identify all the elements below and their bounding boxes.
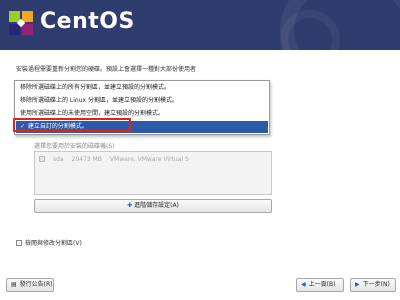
release-notes-button[interactable]: ▤ 發行公告(R) (6, 278, 54, 292)
intro-text: 安裝過程需要重新分割您的硬碟。預設上會選擇一種對大部份使用者 (16, 66, 197, 73)
storage-button-label: 進階儲存設定(A) (134, 202, 179, 209)
highlight-box (13, 118, 131, 132)
review-checkbox-row[interactable]: 檢閱與修改分割區(V) (16, 238, 82, 247)
plus-icon: ✚ (127, 202, 133, 209)
arrow-left-icon: ◀ (301, 281, 306, 288)
centos-logo-icon (9, 11, 33, 35)
drive-size: 20473 MB (71, 156, 102, 163)
drive-name: sda (53, 156, 64, 163)
drive-model: VMware, VMware Virtual S (109, 156, 189, 163)
back-button[interactable]: ◀ 上一頁(B) (296, 278, 344, 292)
option-label: 使用所選磁碟上的未使用空間，建立預設的分割模式。 (20, 110, 165, 117)
partition-option[interactable]: 移除所選磁碟上的所有分割區，並建立預設的分割模式。 (16, 82, 268, 94)
back-label: 上一頁(B) (308, 281, 336, 288)
drive-section-label: 選擇您要用於安裝的磁碟機(S) (34, 143, 115, 150)
installer-header: CentOS (0, 0, 400, 50)
review-checkbox-label: 檢閱與修改分割區(V) (25, 240, 82, 247)
option-label: 移除所選磁碟上的所有分割區，並建立預設的分割模式。 (20, 84, 171, 91)
arrow-right-icon: ▶ (355, 281, 360, 288)
review-checkbox[interactable] (16, 240, 22, 246)
next-label: 下一步(N) (362, 281, 390, 288)
next-button[interactable]: ▶ 下一步(N) (350, 278, 396, 292)
partition-option[interactable]: 移除所選磁碟上的 Linux 分割區，並建立預設的分割模式。 (16, 95, 268, 107)
release-notes-label: 發行公告(R) (19, 281, 53, 288)
document-icon: ▤ (11, 281, 17, 288)
option-label: 移除所選磁碟上的 Linux 分割區，並建立預設的分割模式。 (20, 97, 178, 104)
drive-checkbox (39, 156, 45, 162)
drive-list: sda 20473 MB VMware, VMware Virtual S (34, 151, 272, 195)
drive-row: sda 20473 MB VMware, VMware Virtual S (39, 156, 197, 163)
advanced-storage-button[interactable]: ✚ 進階儲存設定(A) (34, 199, 272, 213)
brand-name: CentOS (40, 9, 135, 34)
